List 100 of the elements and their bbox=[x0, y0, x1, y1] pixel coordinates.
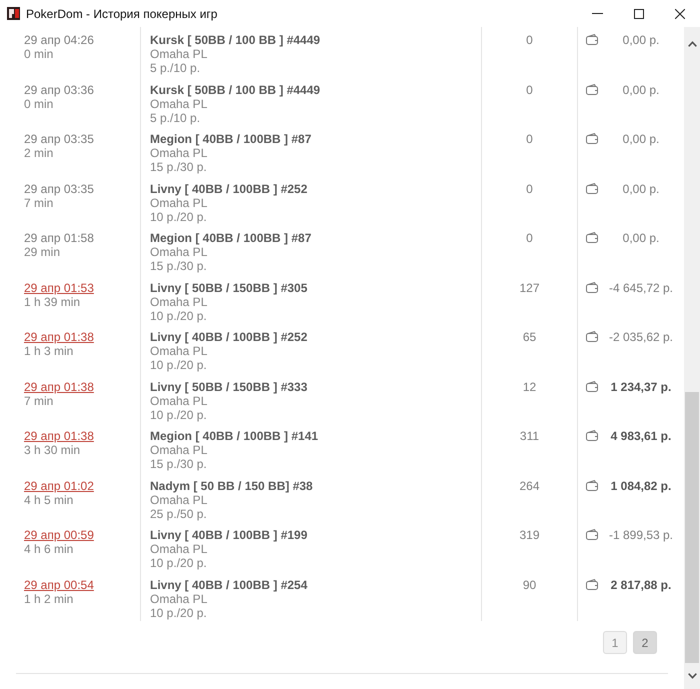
wallet-icon bbox=[586, 430, 598, 441]
game-type: Omaha PL bbox=[150, 344, 208, 358]
game-type: Omaha PL bbox=[150, 443, 208, 457]
stakes-text: 15 р./30 р. bbox=[150, 160, 207, 174]
stakes-text: 15 р./30 р. bbox=[150, 259, 207, 273]
table-name: Livny [ 40BB / 100BB ] #199 bbox=[150, 528, 308, 542]
stakes-text: 25 р./50 р. bbox=[150, 506, 207, 520]
hands-count: 12 bbox=[522, 380, 536, 394]
window-title: PokerDom - История покерных игр bbox=[26, 6, 218, 20]
close-icon bbox=[674, 8, 684, 18]
wallet-icon bbox=[586, 578, 598, 590]
game-type: Omaha PL bbox=[150, 592, 208, 606]
game-type: Omaha PL bbox=[150, 542, 208, 556]
wallet-icon bbox=[586, 84, 598, 94]
hands-count: 0 bbox=[526, 231, 533, 245]
minimize-icon bbox=[592, 13, 603, 14]
date-text: 29 апр 04:26 bbox=[24, 33, 94, 47]
duration-text: 0 min bbox=[24, 96, 54, 110]
result-amount: 1 234,37 р. bbox=[610, 380, 672, 394]
date-link[interactable]: 29 апр 01:02 bbox=[24, 478, 94, 492]
game-type: Omaha PL bbox=[150, 96, 208, 110]
date-link[interactable]: 29 апр 01:38 bbox=[24, 380, 94, 394]
game-type: Omaha PL bbox=[150, 294, 208, 308]
wallet-icon bbox=[586, 480, 598, 490]
hands-count: 127 bbox=[519, 280, 540, 294]
hands-count: 90 bbox=[522, 578, 536, 592]
stakes-text: 10 р./20 р. bbox=[150, 308, 207, 322]
wallet-icon bbox=[586, 182, 598, 194]
result-amount: 2 817,88 р. bbox=[610, 578, 672, 592]
result-amount: 0,00 р. bbox=[622, 82, 660, 96]
duration-text: 0 min bbox=[24, 47, 54, 61]
stakes-text: 10 р./20 р. bbox=[150, 358, 207, 372]
stakes-text: 10 р./20 р. bbox=[150, 408, 207, 422]
table-name: Livny [ 50BB / 150BB ] #333 bbox=[150, 380, 308, 394]
hands-count: 264 bbox=[519, 478, 540, 492]
wallet-icon bbox=[586, 282, 598, 292]
result-amount: 4 983,61 р. bbox=[610, 429, 672, 443]
date-link[interactable]: 29 апр 00:59 bbox=[24, 528, 94, 542]
duration-text: 4 h 6 min bbox=[24, 542, 74, 556]
table-name: Nadym [ 50 BB / 150 BB] #38 bbox=[150, 478, 313, 492]
date-text: 29 апр 01:58 bbox=[24, 231, 94, 245]
table-name: Kursk [ 50BB / 100 BB ] #4449 bbox=[150, 33, 320, 47]
game-type: Omaha PL bbox=[150, 394, 208, 408]
stakes-text: 10 р./20 р. bbox=[150, 606, 207, 620]
stakes-text: 5 р./10 р. bbox=[150, 110, 200, 124]
date-text: 29 апр 03:35 bbox=[24, 182, 94, 196]
wallet-icon bbox=[586, 232, 598, 243]
result-amount: 0,00 р. bbox=[622, 182, 660, 196]
wallet-icon bbox=[586, 331, 598, 342]
page-button[interactable]: 1 bbox=[603, 631, 627, 654]
result-amount: 1 084,82 р. bbox=[610, 478, 672, 492]
page-button[interactable]: 2 bbox=[633, 631, 657, 654]
chevron-up-icon[interactable] bbox=[688, 41, 696, 47]
result-amount: 0,00 р. bbox=[622, 132, 660, 146]
date-text: 29 апр 03:36 bbox=[24, 82, 94, 96]
wallet-icon bbox=[586, 380, 598, 392]
result-amount: -2 035,62 р. bbox=[608, 330, 674, 344]
hands-count: 0 bbox=[526, 82, 533, 96]
date-link[interactable]: 29 апр 01:38 bbox=[24, 330, 94, 344]
game-type: Omaha PL bbox=[150, 47, 208, 61]
duration-text: 2 min bbox=[24, 146, 54, 160]
hands-count: 319 bbox=[519, 528, 540, 542]
duration-text: 1 h 2 min bbox=[24, 592, 74, 606]
duration-text: 4 h 5 min bbox=[24, 492, 74, 506]
duration-text: 3 h 30 min bbox=[24, 443, 80, 457]
date-link[interactable]: 29 апр 01:38 bbox=[24, 429, 94, 443]
wallet-icon bbox=[586, 34, 598, 45]
result-amount: -1 899,53 р. bbox=[608, 528, 674, 542]
game-type: Omaha PL bbox=[150, 492, 208, 506]
chevron-down-icon[interactable] bbox=[688, 672, 696, 679]
table-name: Kursk [ 50BB / 100 BB ] #4449 bbox=[150, 82, 320, 96]
maximize-icon bbox=[634, 8, 644, 18]
stakes-text: 15 р./30 р. bbox=[150, 457, 207, 471]
table-name: Livny [ 40BB / 100BB ] #252 bbox=[150, 182, 308, 196]
result-amount: 0,00 р. bbox=[622, 33, 660, 47]
hands-count: 0 bbox=[526, 33, 533, 47]
table-name: Livny [ 40BB / 100BB ] #252 bbox=[150, 330, 308, 344]
result-amount: -4 645,72 р. bbox=[608, 280, 674, 294]
app-logo-icon bbox=[7, 7, 20, 20]
hands-count: 0 bbox=[526, 132, 533, 146]
stakes-text: 10 р./20 р. bbox=[150, 210, 207, 224]
date-link[interactable]: 29 апр 00:54 bbox=[24, 578, 94, 592]
game-type: Omaha PL bbox=[150, 146, 208, 160]
duration-text: 1 h 3 min bbox=[24, 344, 74, 358]
duration-text: 1 h 39 min bbox=[24, 294, 80, 308]
hands-count: 0 bbox=[526, 182, 533, 196]
wallet-icon bbox=[586, 529, 598, 540]
date-text: 29 апр 03:35 bbox=[24, 132, 94, 146]
hands-count: 311 bbox=[520, 429, 540, 443]
wallet-icon bbox=[586, 133, 598, 144]
table-name: Megion [ 40BB / 100BB ] #87 bbox=[150, 132, 312, 146]
table-name: Megion [ 40BB / 100BB ] #87 bbox=[150, 231, 312, 245]
duration-text: 7 min bbox=[24, 394, 54, 408]
duration-text: 29 min bbox=[24, 245, 60, 259]
result-amount: 0,00 р. bbox=[622, 231, 660, 245]
scrollbar-thumb[interactable] bbox=[685, 392, 699, 663]
stakes-text: 10 р./20 р. bbox=[150, 556, 207, 570]
hands-count: 65 bbox=[522, 330, 536, 344]
duration-text: 7 min bbox=[24, 196, 54, 210]
date-link[interactable]: 29 апр 01:53 bbox=[24, 280, 94, 294]
